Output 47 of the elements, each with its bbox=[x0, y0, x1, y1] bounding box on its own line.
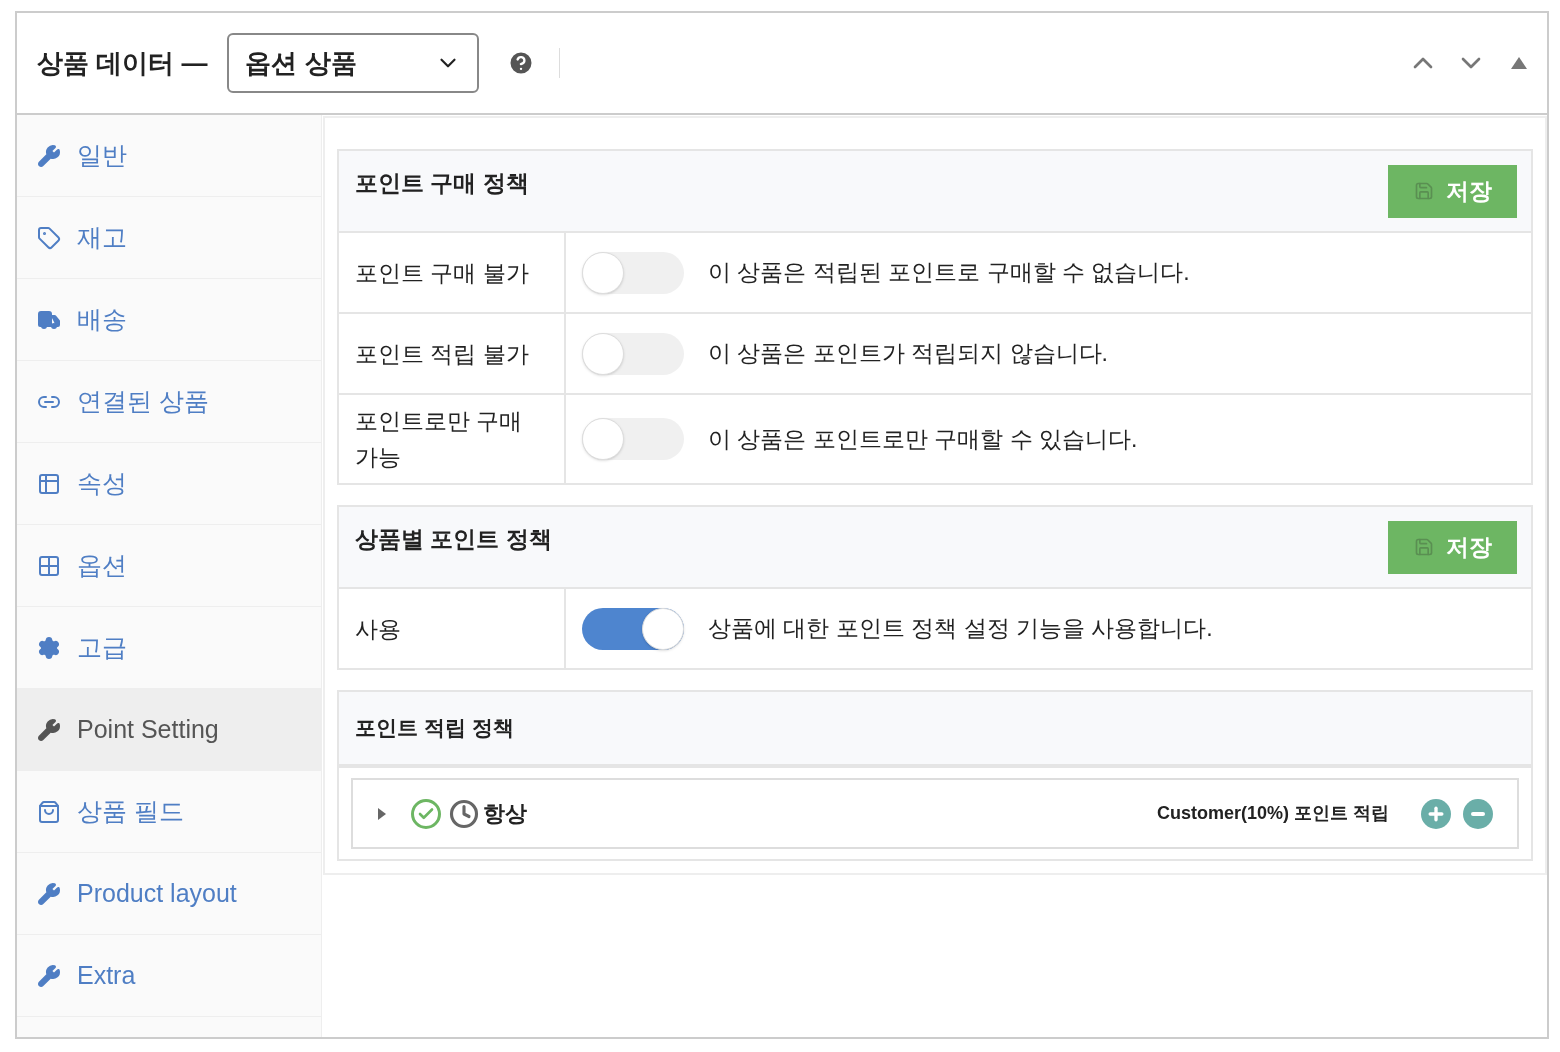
toggle-switch[interactable] bbox=[582, 418, 684, 460]
setting-label: 포인트로만 구매 가능 bbox=[355, 407, 524, 472]
section-title: 포인트 구매 정책 bbox=[355, 168, 529, 198]
wrench-icon bbox=[37, 963, 61, 988]
setting-description: 상품에 대한 포인트 정책 설정 기능을 사용합니다. bbox=[708, 614, 1213, 644]
shopping-bag-icon bbox=[37, 799, 61, 824]
panel-title: 상품 데이터 — bbox=[37, 46, 208, 80]
toggle-switch[interactable] bbox=[582, 251, 684, 294]
sidebar-tab[interactable]: Product layout bbox=[17, 853, 321, 935]
wrench-icon bbox=[37, 143, 61, 168]
save-button[interactable]: 저장 bbox=[1388, 520, 1517, 574]
setting-label: 포인트 적립 불가 bbox=[355, 339, 529, 369]
section-title: 상품별 포인트 정책 bbox=[355, 524, 552, 554]
remove-button[interactable] bbox=[1463, 798, 1493, 829]
sidebar-tab[interactable]: 연결된 상품 bbox=[17, 361, 321, 443]
setting-description: 이 상품은 포인트로만 구매할 수 있습니다. bbox=[708, 424, 1138, 454]
table-icon bbox=[37, 471, 61, 496]
rule-name: 항상 bbox=[483, 800, 527, 828]
sidebar-tab[interactable]: 일반 bbox=[17, 115, 321, 197]
grid-icon bbox=[37, 553, 61, 578]
setting-label: 포인트 구매 불가 bbox=[355, 258, 529, 288]
sidebar-tab[interactable]: Extra bbox=[17, 935, 321, 1017]
minus-icon bbox=[1471, 811, 1485, 816]
sidebar-tab[interactable]: Point Setting bbox=[17, 689, 321, 771]
setting-label: 사용 bbox=[355, 614, 401, 644]
triangle-up-icon[interactable] bbox=[1511, 57, 1527, 69]
sidebar-tab[interactable]: 옵션 bbox=[17, 525, 321, 607]
rule-summary: Customer(10%) 포인트 적립 bbox=[1156, 802, 1389, 825]
section-title: 포인트 적립 정책 bbox=[355, 715, 514, 742]
setting-description: 이 상품은 포인트가 적립되지 않습니다. bbox=[708, 339, 1108, 369]
setting-description: 이 상품은 적립된 포인트로 구매할 수 없습니다. bbox=[708, 258, 1190, 288]
sidebar-tab[interactable]: 상품 필드 bbox=[17, 771, 321, 853]
clock-icon bbox=[449, 798, 479, 829]
toggle-switch[interactable] bbox=[582, 332, 684, 375]
add-button[interactable] bbox=[1421, 798, 1451, 829]
sidebar-tab[interactable]: 배송 bbox=[17, 279, 321, 361]
save-button[interactable]: 저장 bbox=[1388, 164, 1517, 218]
gear-icon bbox=[37, 635, 61, 660]
product-type-select[interactable]: 옵션 상품 bbox=[227, 33, 480, 93]
caret-icon[interactable] bbox=[377, 806, 387, 821]
wrench-icon bbox=[37, 717, 61, 742]
wrench-icon bbox=[37, 881, 61, 906]
sidebar-tab[interactable]: 재고 bbox=[17, 197, 321, 279]
rule-row[interactable]: 항상 Customer(10%) 포인트 적립 bbox=[351, 778, 1519, 849]
tag-icon bbox=[37, 225, 61, 250]
toggle-switch[interactable] bbox=[582, 607, 684, 650]
sidebar-tab[interactable]: 속성 bbox=[17, 443, 321, 525]
